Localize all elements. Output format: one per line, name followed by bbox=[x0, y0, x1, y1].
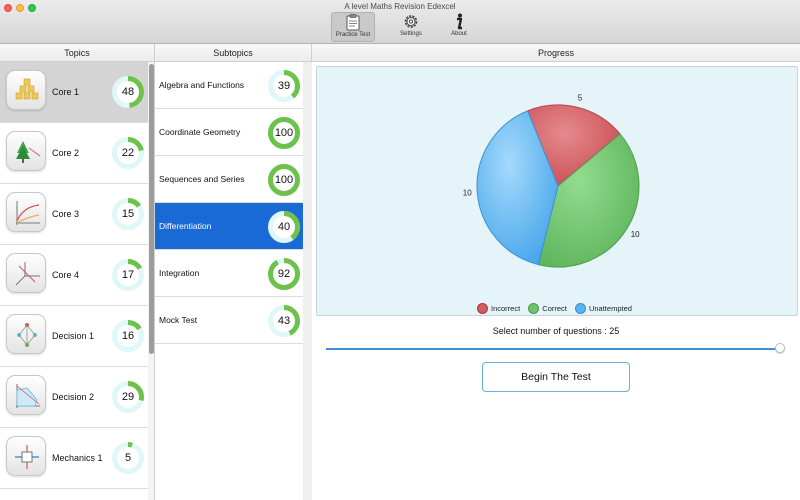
topic-progress-ring: 29 bbox=[111, 380, 145, 414]
topic-label: Decision 2 bbox=[52, 392, 95, 402]
practice-test-label: Practice Test bbox=[335, 32, 371, 38]
progress-chart: 5 10 10 Incorrect Correct Unattempted bbox=[316, 66, 798, 316]
about-label: About bbox=[451, 31, 467, 37]
pie-label-incorrect: 5 bbox=[578, 94, 583, 103]
topic-row-core-3[interactable]: Core 3 15 bbox=[0, 184, 148, 245]
legend-correct-swatch bbox=[528, 303, 540, 314]
subtopic-progress-ring: 40 bbox=[267, 210, 301, 244]
curve-graph-icon bbox=[6, 192, 46, 232]
tree-graph-icon bbox=[6, 131, 46, 171]
topic-progress-value: 16 bbox=[121, 330, 135, 342]
topic-label: Mechanics 1 bbox=[52, 453, 103, 463]
gear-icon bbox=[404, 15, 418, 28]
subtopic-progress-value: 40 bbox=[277, 221, 291, 233]
legend-unattempted: Unattempted bbox=[574, 303, 632, 314]
toolbar: A level Maths Revision Edexcel Practice … bbox=[0, 0, 800, 44]
subtopic-row-mock-test[interactable]: Mock Test 43 bbox=[155, 297, 303, 344]
question-count-label: Select number of questions : 25 bbox=[492, 326, 620, 336]
subtopic-label: Mock Test bbox=[159, 315, 198, 325]
topic-label: Decision 1 bbox=[52, 331, 95, 341]
subtopic-progress-ring: 100 bbox=[267, 163, 301, 197]
settings-label: Settings bbox=[400, 31, 422, 37]
topic-progress-ring: 16 bbox=[111, 319, 145, 353]
subtopic-progress-ring: 92 bbox=[267, 257, 301, 291]
info-icon bbox=[457, 13, 463, 30]
subtopic-row-algebra-and-functions[interactable]: Algebra and Functions 39 bbox=[155, 62, 303, 109]
window-title: A level Maths Revision Edexcel bbox=[344, 2, 456, 11]
topic-progress-value: 22 bbox=[121, 147, 135, 159]
topic-row-core-1[interactable]: Core 1 48 bbox=[0, 62, 148, 123]
subtopic-progress-ring: 100 bbox=[267, 116, 301, 150]
question-count-slider[interactable] bbox=[326, 348, 778, 350]
subtopic-progress-value: 43 bbox=[277, 315, 291, 327]
topic-progress-ring: 48 bbox=[111, 75, 145, 109]
legend-correct: Correct bbox=[528, 303, 567, 314]
topic-label: Core 3 bbox=[52, 209, 80, 219]
topic-progress-value: 15 bbox=[121, 208, 135, 220]
topic-progress-value: 17 bbox=[121, 269, 135, 281]
subtopics-gutter bbox=[303, 62, 312, 500]
progress-header: Progress bbox=[312, 44, 800, 62]
topics-scrollbar[interactable] bbox=[148, 62, 154, 500]
settings-button[interactable]: Settings bbox=[389, 12, 433, 42]
subtopic-progress-value: 100 bbox=[274, 127, 294, 139]
question-count-slider-knob[interactable] bbox=[775, 343, 785, 353]
topics-list: Core 1 48 Core 2 22 Core 3 15 Core 4 17 Decision… bbox=[0, 62, 155, 500]
legend-incorrect: Incorrect bbox=[477, 303, 520, 314]
clipboard-icon bbox=[346, 14, 360, 31]
subtopic-label: Sequences and Series bbox=[159, 174, 245, 184]
subtopics-header: Subtopics bbox=[155, 44, 312, 62]
subtopic-label: Coordinate Geometry bbox=[159, 127, 241, 137]
app-window: A level Maths Revision Edexcel Practice … bbox=[0, 0, 800, 500]
begin-test-button[interactable]: Begin The Test bbox=[482, 362, 630, 392]
topic-label: Core 1 bbox=[52, 87, 80, 97]
pie-label-unattempted: 10 bbox=[463, 188, 472, 197]
pyramid-blocks-icon bbox=[6, 70, 46, 110]
topics-header: Topics bbox=[0, 44, 155, 62]
subtopic-row-sequences-and-series[interactable]: Sequences and Series 100 bbox=[155, 156, 303, 203]
topic-row-core-2[interactable]: Core 2 22 bbox=[0, 123, 148, 184]
topic-row-decision-2[interactable]: Decision 2 29 bbox=[0, 367, 148, 428]
topic-row-mechanics-1[interactable]: Mechanics 1 5 bbox=[0, 428, 148, 489]
subtopic-progress-value: 100 bbox=[274, 174, 294, 186]
3d-axes-icon bbox=[6, 253, 46, 293]
topic-progress-ring: 5 bbox=[111, 441, 145, 475]
topic-progress-value: 5 bbox=[124, 452, 132, 464]
subtopic-label: Algebra and Functions bbox=[159, 80, 245, 90]
linear-programming-icon bbox=[6, 375, 46, 415]
pie-chart: 5 10 10 bbox=[463, 94, 640, 268]
practice-test-button[interactable]: Practice Test bbox=[331, 12, 375, 42]
topics-scroll-thumb[interactable] bbox=[149, 64, 154, 354]
topic-label: Core 4 bbox=[52, 270, 80, 280]
subtopic-row-integration[interactable]: Integration 92 bbox=[155, 250, 303, 297]
topic-label: Core 2 bbox=[52, 148, 80, 158]
subtopic-label: Integration bbox=[159, 268, 200, 278]
topic-row-core-4[interactable]: Core 4 17 bbox=[0, 245, 148, 306]
topic-progress-value: 29 bbox=[121, 391, 135, 403]
subtopics-list: Algebra and Functions 39 Coordinate Geomet… bbox=[155, 62, 312, 500]
subtopic-progress-value: 92 bbox=[277, 268, 291, 280]
legend-unattempted-swatch bbox=[574, 303, 586, 314]
network-graph-icon bbox=[6, 314, 46, 354]
progress-panel: 5 10 10 Incorrect Correct Unattempted Sele… bbox=[312, 62, 800, 500]
topic-progress-ring: 17 bbox=[111, 258, 145, 292]
topic-row-decision-1[interactable]: Decision 1 16 bbox=[0, 306, 148, 367]
legend-incorrect-swatch bbox=[477, 303, 488, 314]
subtopic-progress-ring: 43 bbox=[267, 304, 301, 338]
topic-progress-value: 48 bbox=[121, 86, 135, 98]
topic-progress-ring: 22 bbox=[111, 136, 145, 170]
forces-icon bbox=[6, 436, 46, 476]
subtopic-row-differentiation[interactable]: Differentiation 40 bbox=[155, 203, 303, 250]
about-button[interactable]: About bbox=[437, 12, 481, 42]
subtopic-progress-ring: 39 bbox=[267, 69, 301, 103]
subtopic-label: Differentiation bbox=[159, 221, 212, 231]
chart-legend: Incorrect Correct Unattempted bbox=[477, 303, 638, 315]
subtopic-progress-value: 39 bbox=[277, 80, 291, 92]
topic-progress-ring: 15 bbox=[111, 197, 145, 231]
pie-label-correct: 10 bbox=[631, 230, 640, 239]
subtopic-row-coordinate-geometry[interactable]: Coordinate Geometry 100 bbox=[155, 109, 303, 156]
